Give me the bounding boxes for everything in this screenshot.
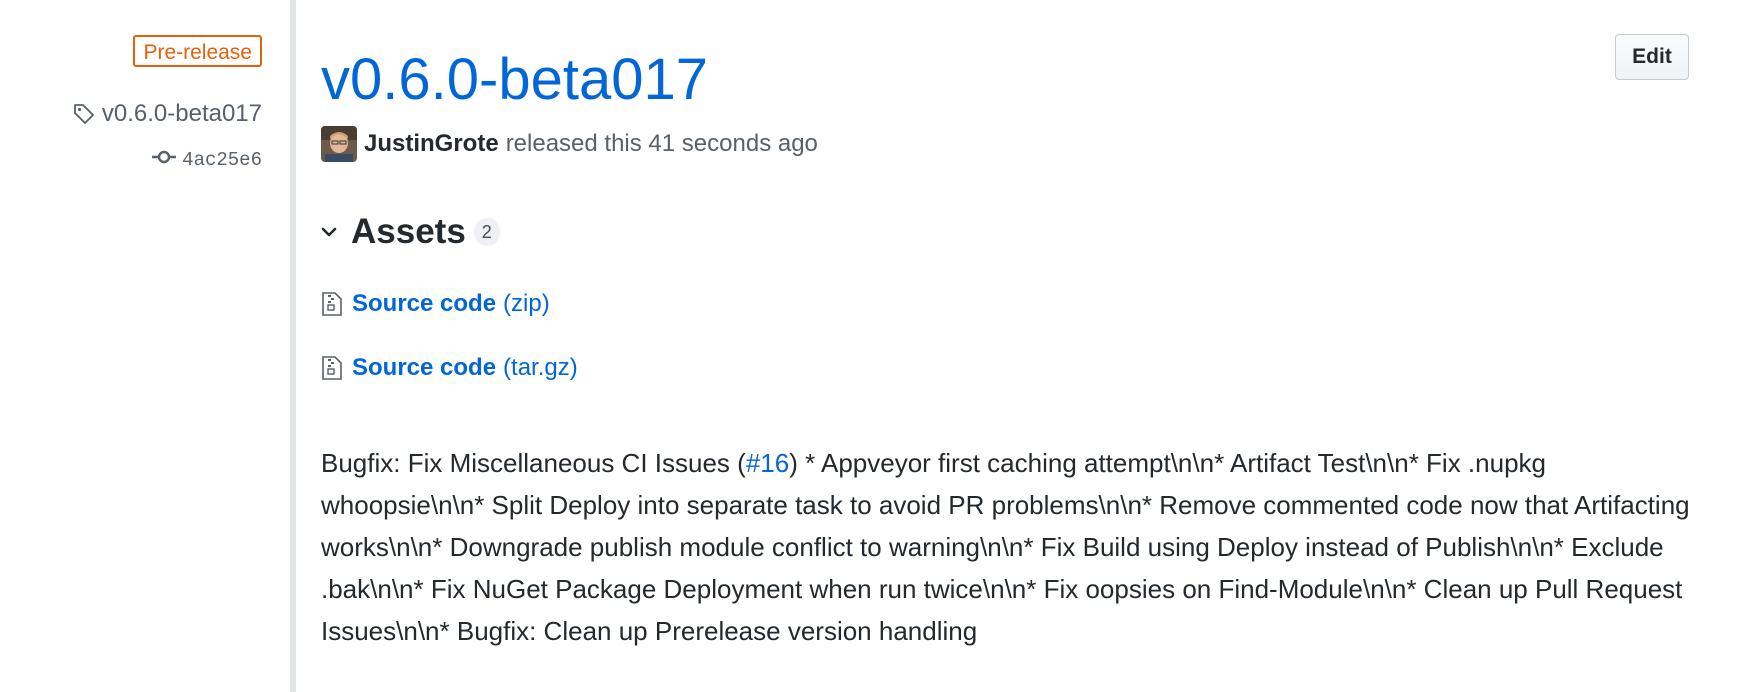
commit-link[interactable]: 4ac25e6 [152, 149, 262, 171]
issue-link[interactable]: #16 [746, 448, 789, 478]
assets-count-badge: 2 [473, 218, 500, 246]
asset-format: (zip) [503, 290, 550, 317]
tag-name: v0.6.0-beta017 [101, 100, 262, 127]
release-page: Pre-release v0.6.0-beta017 4ac25e6 v0.6.… [0, 0, 1743, 692]
author-link[interactable]: JustinGrote [364, 130, 499, 158]
assets-title: Assets [351, 212, 466, 251]
git-commit-icon [152, 149, 177, 171]
prerelease-badge: Pre-release [133, 35, 262, 67]
release-notes-intro: Bugfix: Fix Miscellaneous CI Issues ( [321, 448, 746, 478]
release-byline: JustinGrote released this 41 seconds ago [321, 126, 818, 162]
asset-format: (tar.gz) [503, 354, 578, 381]
asset-source-targz[interactable]: Source code (tar.gz) [321, 354, 578, 382]
assets-toggle[interactable]: Assets 2 [321, 212, 500, 252]
asset-name: Source code [352, 290, 497, 317]
file-zip-icon [321, 356, 352, 380]
asset-source-zip[interactable]: Source code (zip) [321, 290, 550, 318]
sidebar-divider [290, 0, 296, 692]
edit-button[interactable]: Edit [1615, 34, 1689, 80]
chevron-down-icon [321, 224, 351, 240]
file-zip-icon [321, 292, 352, 316]
release-title[interactable]: v0.6.0-beta017 [321, 40, 708, 120]
asset-name: Source code [352, 354, 497, 381]
tag-icon [72, 102, 96, 126]
release-time: released this 41 seconds ago [505, 130, 818, 157]
release-meta-sidebar: Pre-release v0.6.0-beta017 4ac25e6 [0, 0, 262, 692]
release-notes: Bugfix: Fix Miscellaneous CI Issues (#16… [321, 442, 1691, 652]
release-main: v0.6.0-beta017 Edit JustinGrote released… [321, 0, 1721, 692]
tag-link[interactable]: v0.6.0-beta017 [72, 100, 262, 128]
avatar[interactable] [321, 126, 357, 162]
commit-sha: 4ac25e6 [182, 149, 262, 171]
